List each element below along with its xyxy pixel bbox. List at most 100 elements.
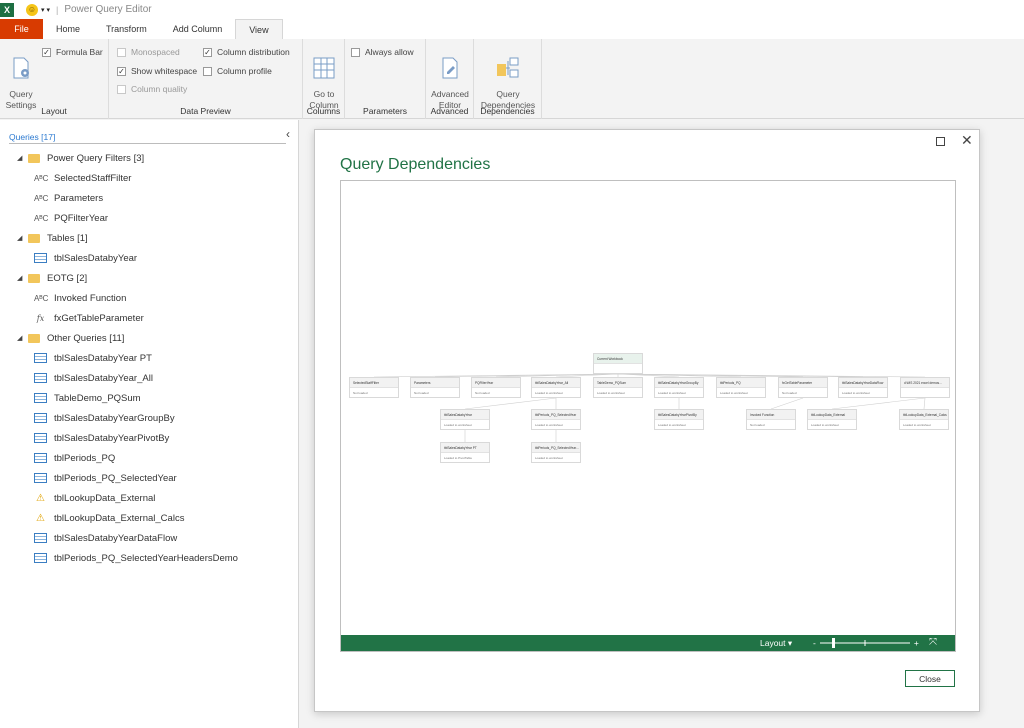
tab-view[interactable]: View: [235, 19, 283, 39]
maximize-icon[interactable]: [936, 137, 945, 146]
dependency-node-status: Loaded to worksheet: [535, 423, 563, 427]
dependency-node-title: tblSalesDatabyYear PT: [441, 443, 489, 453]
dependency-node[interactable]: tblPeriods_PQ Loaded to worksheet: [716, 377, 766, 398]
query-item[interactable]: tblSalesDatabyYear_All: [0, 368, 299, 388]
dependency-node[interactable]: tblPeriods_PQ_SelectedYear... Loaded to w…: [531, 442, 581, 463]
layout-dropdown[interactable]: Layout ▾: [760, 638, 792, 649]
formula-bar-label: Formula Bar: [56, 47, 103, 57]
tab-transform[interactable]: Transform: [93, 19, 160, 39]
dependency-node-status: Loaded to worksheet: [535, 456, 563, 460]
query-item[interactable]: AᴮC PQFilterYear: [0, 208, 299, 228]
dependency-node[interactable]: Parameters Not loaded: [410, 377, 460, 398]
query-item[interactable]: ⚠ tblLookupData_External: [0, 488, 299, 508]
fit-to-screen-icon[interactable]: ⤧: [929, 637, 937, 648]
expand-triangle-icon[interactable]: ◢: [17, 154, 25, 162]
query-item[interactable]: TableDemo_PQSum: [0, 388, 299, 408]
dependency-node[interactable]: SelectedStaffFilter Not loaded: [349, 377, 399, 398]
column-distribution-label: Column distribution: [217, 47, 290, 57]
dependency-node[interactable]: tblSalesDatabyYearPivotBy Loaded to works…: [654, 409, 704, 430]
expand-triangle-icon[interactable]: ◢: [17, 274, 25, 282]
query-item-label: SelectedStaffFilter: [54, 172, 132, 184]
query-item[interactable]: tblSalesDatabyYearGroupBy: [0, 408, 299, 428]
query-item[interactable]: tblSalesDatabyYearPivotBy: [0, 428, 299, 448]
query-folder[interactable]: ◢ EOTG [2]: [0, 268, 299, 288]
query-item[interactable]: AᴮC Parameters: [0, 188, 299, 208]
column-distribution-checkbox[interactable]: ✓ Column distribution: [203, 47, 290, 57]
dependency-node[interactable]: tblLookupData_External Loaded to workshee…: [807, 409, 857, 430]
title-bar: X ☺ ▾ ▾ | Power Query Editor: [0, 0, 1024, 19]
table-icon: [34, 553, 47, 563]
query-folder[interactable]: ◢ Other Queries [11]: [0, 328, 299, 348]
query-folder-label: EOTG [2]: [47, 272, 88, 284]
dependency-node[interactable]: tblLookupData_External_Calcs Loaded to wo…: [899, 409, 949, 430]
query-item[interactable]: fx fxGetTableParameter: [0, 308, 299, 328]
dependency-node[interactable]: tblSalesDatabyYearGroupBy Loaded to works…: [654, 377, 704, 398]
query-settings-button[interactable]: Query Settings: [4, 45, 38, 111]
dependency-node-status: Not loaded: [353, 391, 368, 395]
expand-triangle-icon[interactable]: ◢: [17, 234, 25, 242]
dependency-node[interactable]: tblSalesDatabyYear_All Loaded to workshee…: [531, 377, 581, 398]
query-item[interactable]: tblSalesDatabyYear PT: [0, 348, 299, 368]
qat-dropdown-icon[interactable]: ▾ ▾: [41, 6, 50, 14]
query-item[interactable]: tblPeriods_PQ: [0, 448, 299, 468]
query-item[interactable]: tblSalesDatabyYear: [0, 248, 299, 268]
zoom-out-button[interactable]: -: [813, 638, 816, 648]
dependency-node[interactable]: TableDemo_PQSum Loaded to worksheet: [593, 377, 643, 398]
zoom-in-button[interactable]: +: [914, 638, 919, 648]
checkmark-icon: ✓: [203, 47, 212, 57]
table-icon: [34, 413, 47, 423]
dependency-diagram[interactable]: Layout ▾ - + ⤧ Current Workbook SelectedS…: [340, 180, 956, 652]
monospaced-checkbox[interactable]: Monospaced: [117, 47, 180, 57]
tab-file[interactable]: File: [0, 19, 43, 39]
collapse-pane-icon[interactable]: ‹: [286, 127, 290, 141]
close-button[interactable]: Close: [905, 670, 955, 687]
table-icon: [34, 353, 47, 363]
dependency-node-title: tblLookupData_External: [808, 410, 856, 420]
query-item[interactable]: tblPeriods_PQ_SelectedYear: [0, 468, 299, 488]
column-profile-checkbox[interactable]: Column profile: [203, 66, 272, 76]
query-item-label: tblSalesDatabyYearGroupBy: [54, 412, 175, 424]
query-folder[interactable]: ◢ Power Query Filters [3]: [0, 148, 299, 168]
close-icon[interactable]: ✕: [961, 132, 973, 149]
query-folder-label: Other Queries [11]: [47, 332, 125, 344]
folder-icon: [28, 273, 40, 283]
table-icon: [34, 373, 47, 383]
dependency-node[interactable]: Invoked Function Not loaded: [746, 409, 796, 430]
query-item[interactable]: AᴮC Invoked Function: [0, 288, 299, 308]
column-quality-checkbox[interactable]: Column quality: [117, 84, 187, 94]
dependency-node[interactable]: tblSalesDatabyYear PT Loaded to PivotTabl…: [440, 442, 490, 463]
tab-home[interactable]: Home: [43, 19, 93, 39]
zoom-thumb[interactable]: [831, 638, 835, 648]
query-item[interactable]: tblPeriods_PQ_SelectedYearHeadersDemo: [0, 548, 299, 568]
query-item[interactable]: ⚠ tblLookupData_External_Calcs: [0, 508, 299, 528]
query-dependencies-dialog: ✕ Query Dependencies Layout ▾ - + ⤧ Curr…: [314, 129, 980, 712]
expand-triangle-icon[interactable]: ◢: [17, 334, 25, 342]
dependency-node[interactable]: PQFilterYear Not loaded: [471, 377, 521, 398]
checkmark-icon: ✓: [117, 66, 126, 76]
go-to-column-button[interactable]: Go to Column: [305, 45, 343, 111]
query-item[interactable]: AᴮC SelectedStaffFilter: [0, 168, 299, 188]
dependency-node[interactable]: tblSalesDatabyYear Loaded to worksheet: [440, 409, 490, 430]
query-item-label: tblSalesDatabyYear PT: [54, 352, 152, 364]
dependency-node[interactable]: tblPeriods_PQ_SelectedYear Loaded to work…: [531, 409, 581, 430]
show-whitespace-checkbox[interactable]: ✓ Show whitespace: [117, 66, 197, 76]
dependency-node-status: Loaded to worksheet: [658, 391, 686, 395]
dependency-node-status: Not loaded: [750, 423, 765, 427]
zoom-slider[interactable]: - +: [813, 635, 919, 651]
formula-bar-checkbox[interactable]: ✓ Formula Bar: [42, 47, 103, 57]
queries-header[interactable]: Queries [17]: [9, 132, 286, 144]
table-icon: [34, 433, 47, 443]
dependency-node[interactable]: tblSalesDatabyYearDataFlow Loaded to work…: [838, 377, 888, 398]
dependency-node[interactable]: fxGetTableParameter Not loaded: [778, 377, 828, 398]
dependency-edges: [373, 373, 926, 442]
query-dependencies-button[interactable]: Query Dependencies: [476, 45, 540, 111]
advanced-editor-button[interactable]: Advanced Editor: [428, 45, 472, 111]
tab-add-column[interactable]: Add Column: [160, 19, 236, 39]
dependency-node[interactable]: d:\MS 2021 excel demos...: [900, 377, 950, 398]
query-folder[interactable]: ◢ Tables [1]: [0, 228, 299, 248]
always-allow-checkbox[interactable]: Always allow: [351, 47, 414, 57]
dependency-node[interactable]: Current Workbook: [593, 353, 643, 374]
feedback-smiley-icon[interactable]: ☺: [26, 3, 38, 16]
layout-group: Query Settings ✓ Formula Bar Layout: [0, 39, 109, 119]
query-item[interactable]: tblSalesDatabyYearDataFlow: [0, 528, 299, 548]
